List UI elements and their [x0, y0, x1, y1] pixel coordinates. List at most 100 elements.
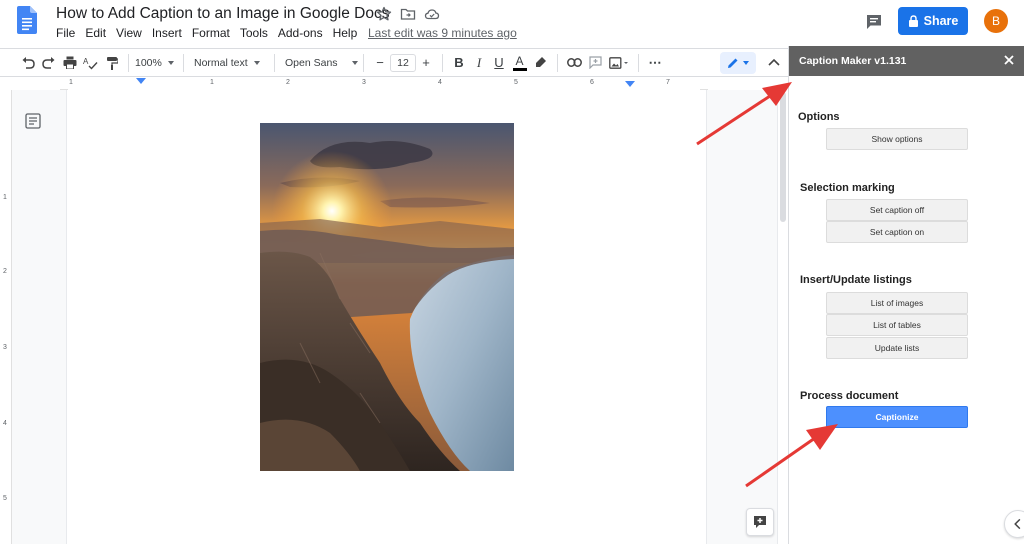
- add-comment-icon[interactable]: [585, 52, 606, 73]
- left-indent-marker[interactable]: [136, 78, 146, 86]
- last-edit-link[interactable]: Last edit was 9 minutes ago: [368, 26, 517, 40]
- share-button[interactable]: Share: [898, 7, 968, 35]
- set-caption-on-button[interactable]: Set caption on: [826, 221, 968, 243]
- folder-icon[interactable]: [400, 6, 416, 22]
- print-icon[interactable]: [59, 52, 80, 73]
- underline-button[interactable]: U: [489, 55, 509, 70]
- font-size-decrease-button[interactable]: −: [370, 55, 390, 70]
- text-color-swatch: [512, 67, 527, 71]
- scrollbar-thumb[interactable]: [780, 92, 786, 222]
- zoom-select[interactable]: 100%: [135, 57, 177, 69]
- toolbar-divider: [274, 53, 275, 72]
- style-value: Normal text: [194, 56, 248, 69]
- vruler-label: 4: [3, 420, 7, 427]
- options-section-title: Options: [798, 111, 840, 123]
- google-docs-icon[interactable]: [17, 6, 37, 34]
- set-caption-off-button[interactable]: Set caption off: [826, 199, 968, 221]
- paint-format-icon[interactable]: [101, 52, 122, 73]
- ruler-label: 7: [666, 79, 670, 86]
- toolbar-divider: [557, 53, 558, 72]
- ruler-label: 3: [362, 79, 366, 86]
- font-select[interactable]: Open Sans: [281, 56, 358, 69]
- menu-tools[interactable]: Tools: [240, 26, 268, 42]
- menu-edit[interactable]: Edit: [85, 26, 106, 42]
- link-icon[interactable]: [564, 52, 585, 73]
- avatar[interactable]: B: [984, 9, 1008, 33]
- ruler-track: 1 1 2 3 4 5 6 7: [68, 78, 700, 90]
- font-size-increase-button[interactable]: +: [416, 55, 436, 70]
- list-of-tables-button[interactable]: List of tables: [826, 314, 968, 336]
- spellcheck-icon[interactable]: A: [80, 52, 101, 73]
- update-lists-button[interactable]: Update lists: [826, 337, 968, 359]
- more-options-button[interactable]: ⋯: [645, 55, 665, 71]
- sidebar-title: Caption Maker v1.131: [799, 55, 907, 67]
- header-bar: How to Add Caption to an Image in Google…: [0, 0, 1024, 46]
- editing-mode-button[interactable]: [720, 52, 756, 74]
- highlight-icon[interactable]: [530, 52, 551, 73]
- ruler-label: 5: [514, 79, 518, 86]
- chevron-left-icon[interactable]: [1004, 510, 1024, 538]
- vertical-scrollbar[interactable]: [777, 90, 788, 544]
- caption-maker-sidebar: Caption Maker v1.131 Options Show option…: [788, 46, 1024, 544]
- vruler-label: 2: [3, 268, 7, 275]
- document-page[interactable]: [66, 90, 707, 544]
- vruler-label: 3: [3, 344, 7, 351]
- cloud-icon[interactable]: [424, 6, 440, 22]
- italic-button[interactable]: I: [469, 55, 489, 71]
- toolbar-divider: [442, 53, 443, 72]
- undo-icon[interactable]: [17, 52, 38, 73]
- ruler-label: 2: [286, 79, 290, 86]
- font-size-input[interactable]: 12: [390, 53, 416, 72]
- chevron-down-icon: [743, 61, 749, 65]
- toolbar-divider: [128, 53, 129, 72]
- vertical-ruler[interactable]: 1 2 3 4 5: [0, 90, 12, 544]
- redo-icon[interactable]: [38, 52, 59, 73]
- chevron-up-icon[interactable]: [766, 54, 782, 72]
- show-options-button[interactable]: Show options: [826, 128, 968, 150]
- process-section-title: Process document: [800, 390, 899, 402]
- toolbar-divider: [183, 53, 184, 72]
- style-select[interactable]: Normal text: [190, 57, 268, 69]
- toolbar-divider: [638, 53, 639, 72]
- ruler-label: 1: [210, 79, 214, 86]
- toolbar-divider: [363, 53, 364, 72]
- document-image[interactable]: [260, 123, 514, 471]
- menu-view[interactable]: View: [116, 26, 142, 42]
- menu-insert[interactable]: Insert: [152, 26, 182, 42]
- comment-icon[interactable]: [864, 12, 884, 32]
- vruler-label: 5: [3, 495, 7, 502]
- horizontal-ruler[interactable]: 1 1 2 3 4 5 6 7: [60, 78, 708, 90]
- right-indent-marker[interactable]: [625, 79, 635, 87]
- captionize-button[interactable]: Captionize: [826, 406, 968, 428]
- formatting-toolbar: A 100% Normal text Open Sans − 12 + B I …: [0, 48, 788, 77]
- svg-text:A: A: [83, 57, 89, 66]
- add-comment-icon: [754, 516, 766, 528]
- list-of-images-button[interactable]: List of images: [826, 292, 968, 314]
- ruler-label: 4: [438, 79, 442, 86]
- selection-section-title: Selection marking: [800, 182, 895, 194]
- bold-button[interactable]: B: [449, 55, 469, 70]
- menu-addons[interactable]: Add-ons: [278, 26, 323, 42]
- lock-icon: [908, 15, 918, 27]
- explore-icon[interactable]: [746, 508, 774, 536]
- menu-help[interactable]: Help: [333, 26, 358, 42]
- insert-image-icon[interactable]: [606, 52, 632, 73]
- ruler-label: 6: [590, 79, 594, 86]
- close-icon[interactable]: [1003, 54, 1015, 66]
- listings-section-title: Insert/Update listings: [800, 274, 912, 286]
- menu-file[interactable]: File: [56, 26, 75, 42]
- text-color-button[interactable]: A: [509, 52, 530, 73]
- zoom-value: 100%: [135, 56, 162, 69]
- google-docs-window: How to Add Caption to an Image in Google…: [0, 0, 1024, 544]
- ruler-label: 1: [69, 79, 73, 86]
- document-outline-icon[interactable]: [24, 112, 42, 130]
- menu-format[interactable]: Format: [192, 26, 230, 42]
- share-label: Share: [923, 14, 959, 28]
- font-value: Open Sans: [285, 56, 338, 69]
- pencil-icon: [728, 58, 738, 68]
- document-title[interactable]: How to Add Caption to an Image in Google…: [56, 5, 389, 23]
- vruler-label: 1: [3, 194, 7, 201]
- star-icon[interactable]: [376, 6, 392, 22]
- chevron-down-icon: [167, 60, 174, 65]
- chevron-down-icon: [351, 60, 358, 65]
